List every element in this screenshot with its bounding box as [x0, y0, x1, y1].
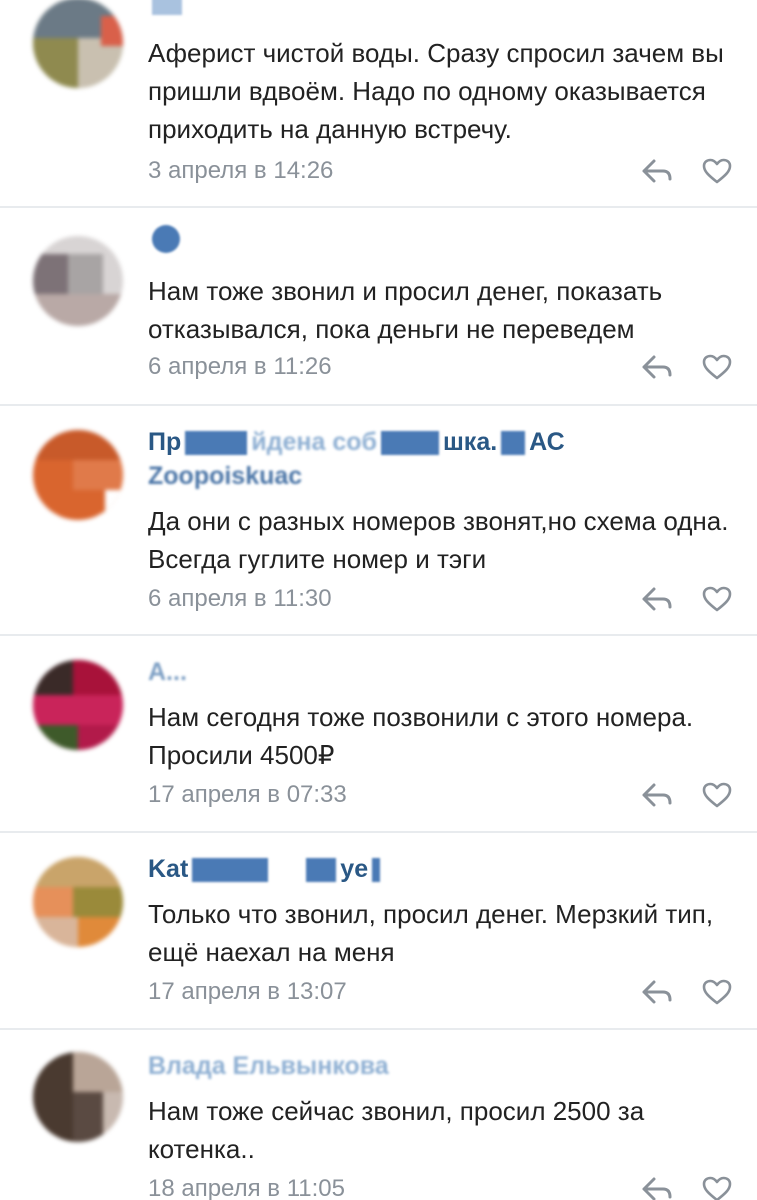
comment-date[interactable]: 17 апреля в 07:33 — [148, 780, 347, 810]
author-name[interactable]: Kat ye — [148, 853, 384, 885]
heart-icon[interactable] — [700, 780, 734, 810]
heart-icon[interactable] — [700, 1174, 734, 1200]
avatar[interactable] — [33, 660, 123, 750]
comment-text: Только что звонил, просил денег. Мерзкий… — [148, 899, 714, 967]
author-name[interactable] — [148, 222, 184, 254]
heart-icon[interactable] — [700, 584, 734, 614]
author-name[interactable]: Влада Ельвынкова — [148, 1050, 389, 1082]
comment-text: Аферист чистой воды. Сразу спросил зачем… — [148, 38, 724, 144]
comment-text: Нам тоже сейчас звонил, просил 2500 за к… — [148, 1096, 645, 1164]
reply-icon[interactable] — [640, 584, 674, 614]
author-name-line2[interactable]: Zoopoiskuac — [148, 460, 302, 492]
comment-item: Влада Ельвынкова Нам тоже сейчас звонил,… — [0, 1030, 757, 1200]
comment-item: Аферист чистой воды. Сразу спросил зачем… — [0, 0, 757, 208]
comment-date[interactable]: 17 апреля в 13:07 — [148, 977, 347, 1007]
author-name[interactable]: Пр йдена соб шка. АС — [148, 426, 565, 458]
comment-item: Kat ye Только что звонил, просил денег. М… — [0, 833, 757, 1030]
reply-icon[interactable] — [640, 156, 674, 186]
reply-icon[interactable] — [640, 780, 674, 810]
avatar[interactable] — [33, 236, 123, 326]
reply-icon[interactable] — [640, 1174, 674, 1200]
comment-item: Пр йдена соб шка. АС Zoopoiskuac Да они с р… — [0, 406, 757, 636]
author-name[interactable]: А... — [148, 656, 187, 688]
avatar[interactable] — [33, 1052, 123, 1142]
comment-item: Нам тоже звонил и просил денег, показать… — [0, 208, 757, 406]
comment-date[interactable]: 6 апреля в 11:30 — [148, 584, 332, 614]
avatar[interactable] — [33, 430, 123, 520]
author-name[interactable] — [148, 0, 283, 18]
heart-icon[interactable] — [700, 977, 734, 1007]
avatar[interactable] — [33, 857, 123, 947]
comment-text: Нам тоже звонил и просил денег, показать… — [148, 276, 663, 344]
comment-text: Да они с разных номеров звонят,но схема … — [148, 506, 729, 574]
comment-text: Нам сегодня тоже позвонили с этого номер… — [148, 702, 694, 770]
heart-icon[interactable] — [700, 352, 734, 382]
comment-date[interactable]: 3 апреля в 14:26 — [148, 156, 333, 186]
reply-icon[interactable] — [640, 352, 674, 382]
avatar[interactable] — [33, 0, 123, 88]
reply-icon[interactable] — [640, 977, 674, 1007]
comment-date[interactable]: 18 апреля в 11:05 — [148, 1174, 345, 1200]
comment-date[interactable]: 6 апреля в 11:26 — [148, 352, 332, 382]
heart-icon[interactable] — [700, 156, 734, 186]
comment-item: А... Нам сегодня тоже позвонили с этого … — [0, 636, 757, 833]
